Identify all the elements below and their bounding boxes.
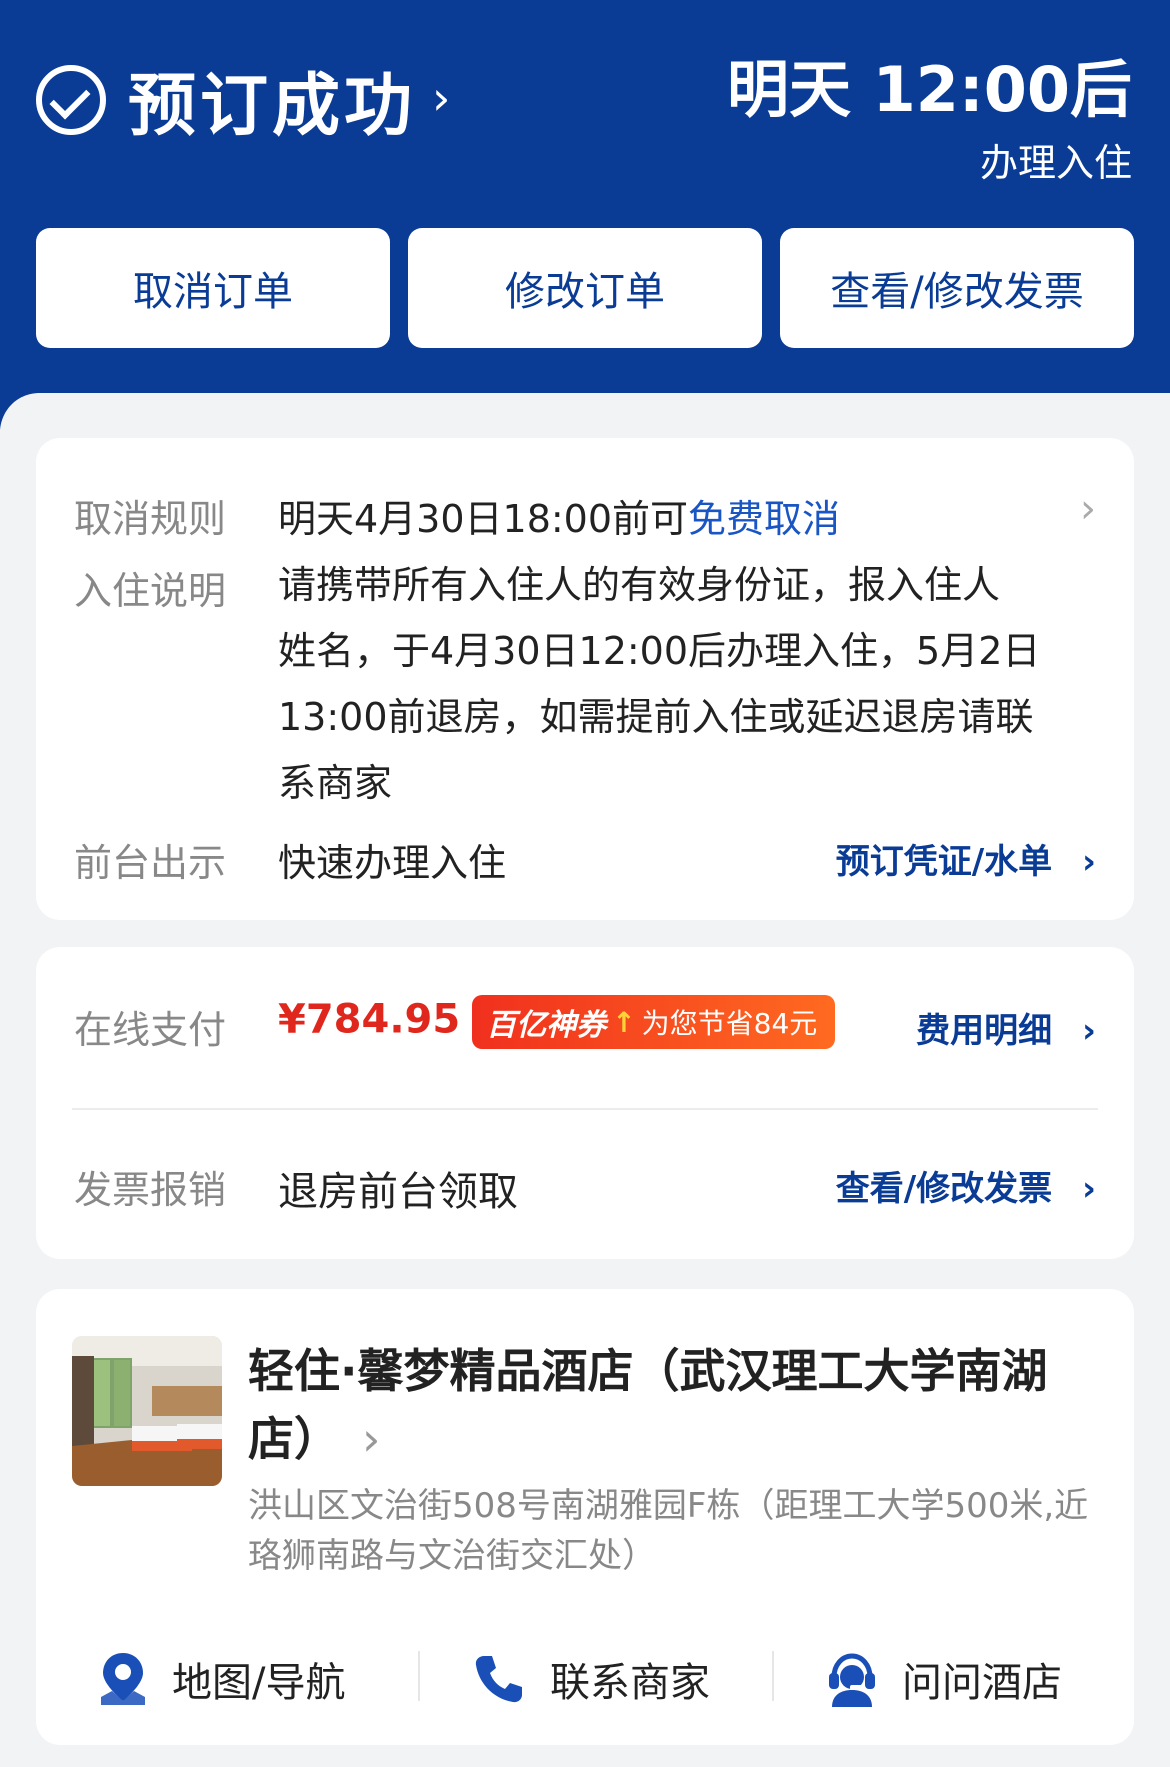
divider [72,1108,1098,1110]
checkin-line: 系商家 [278,761,393,805]
arrow-up-icon: ↑ [612,1005,636,1039]
chevron-right-icon: › [1081,1169,1096,1209]
hotel-card: 轻住·馨梦精品酒店（武汉理工大学南湖 店） › 洪山区文治街508号南湖雅园F栋（… [36,1289,1134,1745]
map-navigation-label: 地图/导航 [172,1660,346,1706]
view-edit-invoice-button[interactable]: 查看/修改发票 [780,228,1134,348]
payment-card: 在线支付 ¥784.95 百亿神券 ↑ 为您节省84元 费用明细 › 发票报销 退房前… [36,947,1134,1259]
free-cancel-text: 免费取消 [688,497,841,541]
phone-icon [475,1656,522,1703]
cancel-rule-text: 明天4月30日18:00前可免费取消 [278,488,840,543]
status-title: 预订成功 [128,67,417,146]
coupon-brand: 百亿神券 [486,1008,607,1043]
hotel-address: 洪山区文治街508号南湖雅园F栋（距理工大学500米,近 珞狮南路与文治街交汇处… [248,1481,1128,1581]
checkin-note: 办理入住 [979,141,1132,185]
cancel-rule-prefix: 明天4月30日18:00前可 [278,497,689,541]
booking-status[interactable]: 预订成功 › [36,50,450,149]
hotel-actions: 地图/导航 联系商家 问问酒店 [36,1629,1134,1729]
chevron-right-icon: › [1080,486,1096,532]
ask-hotel-label: 问问酒店 [902,1660,1062,1706]
checkin-time-block: 明天 12:00后 办理入住 [727,50,1132,192]
ask-hotel-button[interactable]: 问问酒店 [826,1629,1062,1729]
online-payment-label: 在线支付 [74,1008,227,1052]
modify-order-button[interactable]: 修改订单 [408,228,762,348]
invoice-label: 发票报销 [74,1168,227,1212]
checkin-instructions-label: 入住说明 [74,569,227,613]
view-edit-invoice-link[interactable]: 查看/修改发票 › [836,1161,1096,1210]
checkin-line: 请携带所有入住人的有效身份证，报入住人 [278,563,1001,607]
coupon-badge: 百亿神券 ↑ 为您节省84元 [472,995,836,1049]
front-desk-row: 前台出示 快速办理入住 预订凭证/水单 › [74,832,1096,892]
cancel-order-button[interactable]: 取消订单 [36,228,390,348]
contact-merchant-button[interactable]: 联系商家 [472,1629,710,1729]
payment-price: ¥784.95 [278,996,461,1043]
checkin-line: 姓名，于4月30日12:00后办理入住，5月2日 [278,629,1041,673]
invoice-value: 退房前台领取 [278,1169,518,1215]
chevron-right-icon: › [1081,1011,1096,1051]
hotel-name-line: 店） [248,1412,340,1466]
chevron-right-icon: › [1081,842,1096,882]
hotel-address-line: 珞狮南路与文治街交汇处） [248,1536,656,1576]
hotel-photo[interactable] [72,1336,222,1486]
checkin-time: 明天 12:00后 [727,53,1132,126]
fee-detail-label: 费用明细 [916,1011,1053,1051]
hotel-address-line: 洪山区文治街508号南湖雅园F栋（距理工大学500米,近 [248,1486,1089,1526]
chevron-right-icon: › [432,70,451,125]
checkin-instructions-text: 请携带所有入住人的有效身份证，报入住人 姓名，于4月30日12:00后办理入住，… [278,552,1138,816]
fee-detail-link[interactable]: 费用明细 › [916,1003,1096,1052]
booking-voucher-link[interactable]: 预订凭证/水单 › [836,834,1096,883]
order-status-header: 预订成功 › 明天 12:00后 办理入住 取消订单 修改订单 查看/修改发票 [0,0,1170,393]
online-payment-row: 在线支付 ¥784.95 百亿神券 ↑ 为您节省84元 费用明细 › [74,995,1096,1057]
customer-service-icon [829,1653,875,1707]
divider [418,1651,420,1701]
front-desk-value: 快速办理入住 [278,841,507,885]
checkin-line: 13:00前退房，如需提前入住或延迟退房请联 [278,695,1034,739]
divider [772,1651,774,1701]
booking-rules-card: 取消规则 明天4月30日18:00前可免费取消 › 入住说明 请携带所有入住人的… [36,438,1134,920]
hotel-name[interactable]: 轻住·馨梦精品酒店（武汉理工大学南湖 店） › [248,1337,1108,1473]
map-navigation-button[interactable]: 地图/导航 [98,1629,345,1729]
hotel-room-image [72,1336,222,1486]
hotel-name-line: 轻住·馨梦精品酒店（武汉理工大学南湖 [248,1344,1048,1398]
invoice-row: 发票报销 退房前台领取 查看/修改发票 › [74,1159,1096,1219]
payment-amount-block: ¥784.95 百亿神券 ↑ 为您节省84元 [278,995,836,1049]
front-desk-label: 前台出示 [74,841,227,885]
check-circle-icon [36,64,106,135]
checkin-instructions-row: 入住说明 请携带所有入住人的有效身份证，报入住人 姓名，于4月30日12:00后… [74,560,1096,830]
cancel-rule-label: 取消规则 [74,497,227,541]
contact-merchant-label: 联系商家 [550,1660,710,1706]
view-edit-invoice-label: 查看/修改发票 [835,1169,1053,1209]
coupon-saving-text: 为您节省84元 [641,1007,818,1040]
cancel-rule-row[interactable]: 取消规则 明天4月30日18:00前可免费取消 › [74,486,1096,548]
header-curve [0,393,1170,433]
chevron-right-icon: › [362,1412,381,1466]
location-pin-icon [101,1653,145,1705]
booking-voucher-label: 预订凭证/水单 [835,842,1053,882]
